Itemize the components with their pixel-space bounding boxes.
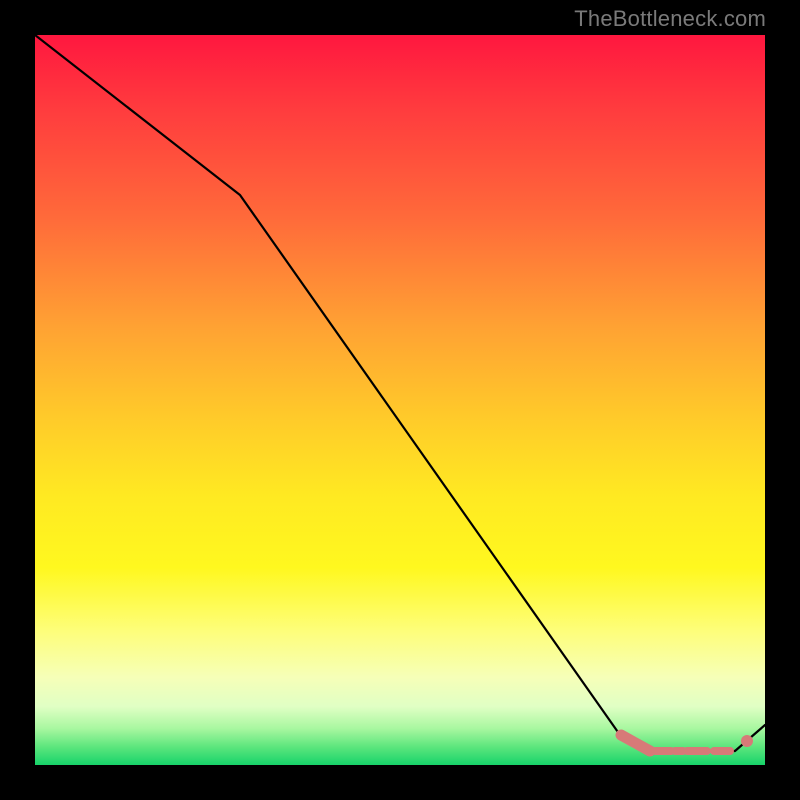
watermark-text: TheBottleneck.com — [574, 6, 766, 32]
plot-gradient-background — [35, 35, 765, 765]
chart-canvas: TheBottleneck.com — [0, 0, 800, 800]
